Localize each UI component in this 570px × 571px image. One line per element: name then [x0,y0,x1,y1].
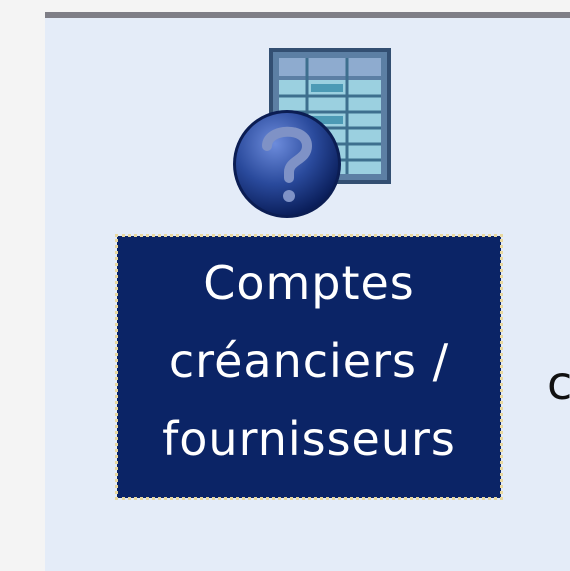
shortcut-label[interactable]: Comptes créanciers / fournisseurs [115,234,503,500]
adjacent-shortcut-label-fragment[interactable]: c [547,343,570,423]
screen: Comptes créanciers / fournisseurs c [0,0,570,571]
desktop-panel: Comptes créanciers / fournisseurs c [45,12,570,571]
help-spreadsheet-icon-graphic [233,48,391,218]
shortcut-comptes-crediteurs[interactable]: Comptes créanciers / fournisseurs [115,48,509,518]
label-line-1: Comptes [203,256,415,310]
label-line-2: créanciers / [168,334,450,388]
label-line-3: fournisseurs [162,412,456,466]
help-spreadsheet-icon [229,48,399,218]
